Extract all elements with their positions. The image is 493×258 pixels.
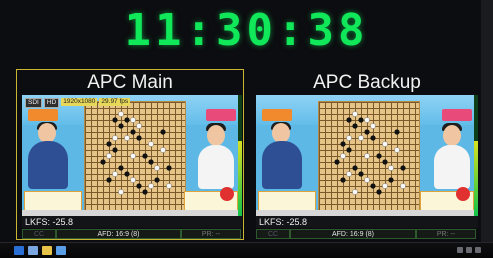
backup-status-bar: CC AFD: 16:9 (8) PR: --	[256, 229, 476, 239]
player-left-head	[38, 123, 56, 143]
player-left	[262, 141, 302, 189]
backup-audio-meter-fill	[474, 140, 478, 216]
broadcaster-logo	[456, 187, 470, 201]
player-right-head	[443, 125, 461, 146]
app-icon-2[interactable]	[42, 246, 52, 255]
cc-indicator: CC	[22, 229, 56, 239]
tray-icon[interactable]	[475, 247, 481, 253]
monitor-bezel	[481, 0, 493, 242]
backup-video-preview[interactable]	[256, 95, 478, 216]
cc-indicator: CC	[256, 229, 290, 239]
main-status-bar: CC AFD: 16:9 (8) PR: --	[22, 229, 241, 239]
signal-info-tags: SDI HD 1920x1080 29.97 fps	[25, 98, 131, 108]
monitor-wall: 11:30:38 APC Main APC Backup SDI HD 1920…	[0, 0, 493, 258]
backup-audio-meter	[474, 95, 478, 216]
broadcaster-logo	[220, 187, 234, 201]
tray-icon[interactable]	[466, 247, 472, 253]
pr-indicator: PR: --	[416, 229, 476, 239]
afd-indicator: AFD: 16:9 (8)	[290, 229, 416, 239]
pr-indicator: PR: --	[181, 229, 241, 239]
go-stones	[334, 111, 406, 195]
go-board	[84, 101, 186, 211]
tag-sdi: SDI	[25, 98, 42, 108]
system-tray[interactable]	[457, 247, 481, 253]
backup-panel-title: APC Backup	[313, 72, 421, 93]
show-logo-right	[442, 109, 472, 121]
show-logo-left	[28, 109, 58, 121]
player-left	[28, 141, 68, 189]
main-lkfs-readout: LKFS: -25.8	[22, 216, 242, 228]
main-audio-meter-fill	[238, 140, 242, 216]
main-audio-meter	[238, 95, 242, 216]
taskbar-icons	[14, 246, 66, 255]
go-stones	[100, 111, 172, 195]
tag-hd: HD	[43, 98, 60, 108]
app-icon-1[interactable]	[28, 246, 38, 255]
backup-lkfs-readout: LKFS: -25.8	[256, 216, 478, 228]
tag-resolution: 1920x1080	[61, 98, 98, 106]
tag-framerate: 29.97 fps	[99, 98, 131, 106]
player-left-head	[272, 123, 290, 143]
player-right	[434, 145, 470, 189]
go-board	[318, 101, 420, 211]
app-icon-3[interactable]	[56, 246, 66, 255]
start-icon[interactable]	[14, 246, 24, 255]
tray-icon[interactable]	[457, 247, 463, 253]
main-video-preview[interactable]	[22, 95, 242, 216]
player-right	[198, 145, 234, 189]
show-logo-left	[262, 109, 292, 121]
afd-indicator: AFD: 16:9 (8)	[56, 229, 181, 239]
player-right-head	[207, 125, 225, 146]
taskbar	[0, 242, 493, 258]
clock-display: 11:30:38	[124, 5, 369, 56]
show-logo-right	[206, 109, 236, 121]
